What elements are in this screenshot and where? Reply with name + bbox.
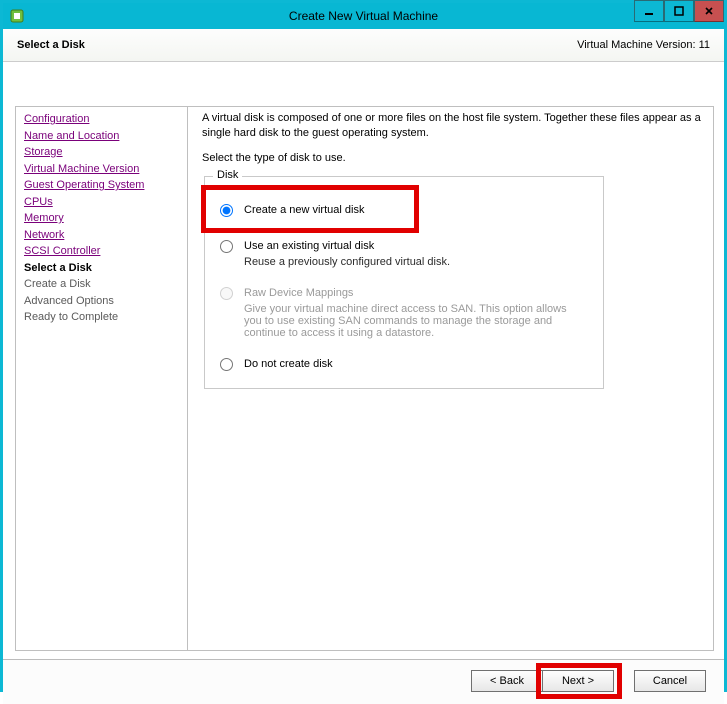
step-network[interactable]: Network [24, 227, 181, 244]
step-ready-complete: Ready to Complete [24, 309, 181, 326]
maximize-button[interactable] [664, 0, 694, 22]
radio-do-not-create-disk[interactable] [220, 358, 233, 371]
radio-create-new-disk[interactable] [220, 204, 233, 217]
close-button[interactable] [694, 0, 724, 22]
intro-text-1: A virtual disk is composed of one or mor… [202, 111, 703, 141]
step-guest-os[interactable]: Guest Operating System [24, 177, 181, 194]
wizard-content: A virtual disk is composed of one or mor… [187, 106, 714, 651]
wizard-steps-sidebar: Configuration Name and Location Storage … [15, 106, 187, 651]
radio-use-existing-disk-label: Use an existing virtual disk [244, 239, 450, 253]
intro-text-2: Select the type of disk to use. [202, 151, 703, 166]
step-advanced-options: Advanced Options [24, 293, 181, 310]
step-cpus[interactable]: CPUs [24, 194, 181, 211]
back-button[interactable]: < Back [471, 670, 543, 692]
radio-use-existing-disk[interactable] [220, 240, 233, 253]
disk-type-group: Disk Create a new virtual disk Use an ex… [204, 176, 604, 389]
step-storage[interactable]: Storage [24, 144, 181, 161]
group-legend: Disk [213, 169, 242, 181]
step-vm-version[interactable]: Virtual Machine Version [24, 161, 181, 178]
window-frame: Create New Virtual Machine Select a Disk… [0, 0, 727, 692]
minimize-button[interactable] [634, 0, 664, 22]
step-name-location[interactable]: Name and Location [24, 128, 181, 145]
radio-create-new-disk-label: Create a new virtual disk [244, 203, 364, 217]
page-title: Select a Disk [17, 39, 85, 51]
next-button[interactable]: Next > [542, 670, 614, 692]
step-select-disk: Select a Disk [24, 260, 181, 277]
radio-raw-device-mappings [220, 287, 233, 300]
step-scsi-controller[interactable]: SCSI Controller [24, 243, 181, 260]
step-configuration[interactable]: Configuration [24, 111, 181, 128]
window-title: Create New Virtual Machine [3, 9, 724, 23]
cancel-button[interactable]: Cancel [634, 670, 706, 692]
vm-version-label: Virtual Machine Version: 11 [577, 39, 710, 51]
step-memory[interactable]: Memory [24, 210, 181, 227]
radio-raw-device-mappings-desc: Give your virtual machine direct access … [244, 303, 574, 339]
step-create-disk: Create a Disk [24, 276, 181, 293]
wizard-header: Select a Disk Virtual Machine Version: 1… [3, 29, 724, 62]
radio-use-existing-disk-desc: Reuse a previously configured virtual di… [244, 256, 450, 268]
radio-do-not-create-disk-label: Do not create disk [244, 357, 333, 371]
radio-raw-device-mappings-label: Raw Device Mappings [244, 286, 574, 300]
wizard-footer: < Back Next > Cancel [3, 659, 724, 704]
titlebar: Create New Virtual Machine [3, 3, 724, 29]
